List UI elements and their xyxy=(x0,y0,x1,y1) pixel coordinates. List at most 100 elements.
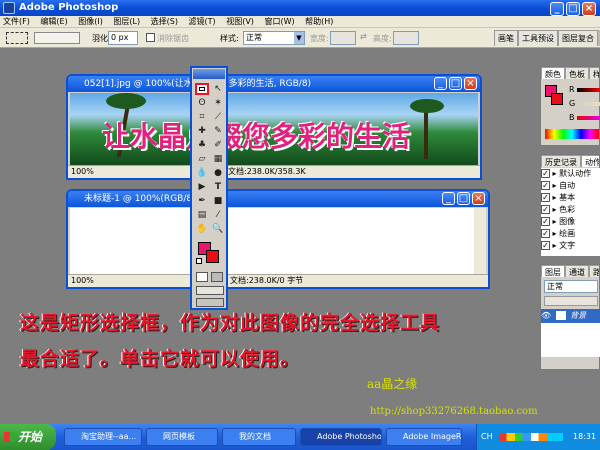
feather-input[interactable]: 0 px xyxy=(108,31,138,45)
jump-to-imageready-icon[interactable] xyxy=(196,298,224,307)
list-item[interactable]: ✓ ▸ 色彩 xyxy=(541,204,600,216)
menu-help[interactable]: 帮助(H) xyxy=(305,17,333,26)
tab-color[interactable]: 颜色 xyxy=(541,67,565,79)
antialias-checkbox[interactable] xyxy=(146,33,155,42)
maximize-button[interactable]: □ xyxy=(566,2,580,16)
background-color-swatch[interactable] xyxy=(206,250,219,263)
doc1-title-bar[interactable]: 052[1].jpg @ 100%(让水晶点缀您多彩的生活, RGB/8) xyxy=(68,76,480,92)
dodge-tool[interactable]: ● xyxy=(212,168,224,179)
taskbar-item-taobao[interactable]: 淘宝助理--aa... xyxy=(64,428,142,446)
eyedropper-tool[interactable]: ⁄ xyxy=(212,210,224,221)
hand-tool[interactable]: ✋ xyxy=(196,224,208,235)
minimize-button[interactable]: _ xyxy=(550,2,564,16)
move-tool[interactable]: ↖ xyxy=(212,84,224,95)
path-select-tool[interactable]: ▶ xyxy=(196,182,208,193)
menu-edit[interactable]: 编辑(E) xyxy=(40,17,67,26)
doc2-maximize-button[interactable]: □ xyxy=(457,192,470,205)
channel-b-slider[interactable] xyxy=(577,116,600,120)
doc1-minimize-button[interactable]: _ xyxy=(434,77,447,90)
doc1-close-button[interactable]: × xyxy=(464,77,477,90)
pen-tool[interactable]: ✒ xyxy=(196,196,208,207)
doc2-zoom[interactable]: 100% xyxy=(71,275,94,287)
channel-r-slider[interactable] xyxy=(577,88,600,92)
list-item[interactable]: ✓ ▸ 文字 xyxy=(541,240,600,252)
rect-marquee-tool[interactable] xyxy=(195,83,209,95)
menu-view[interactable]: 视图(V) xyxy=(226,17,254,26)
brush-tool[interactable]: ✎ xyxy=(212,126,224,137)
eraser-tool[interactable]: ▱ xyxy=(196,154,208,165)
tab-tool-presets[interactable]: 工具预设 xyxy=(518,30,558,46)
start-button[interactable]: 开始 xyxy=(0,424,56,450)
lock-icons[interactable] xyxy=(544,296,598,306)
checkmark-icon[interactable]: ✓ xyxy=(541,205,550,214)
doc2-canvas[interactable] xyxy=(70,208,474,274)
doc2-close-button[interactable]: × xyxy=(472,192,485,205)
tab-styles[interactable]: 样式 xyxy=(589,67,599,79)
marquee-preset-icon[interactable] xyxy=(6,32,28,44)
taskbar-item-documents[interactable]: 我的文档 xyxy=(222,428,296,446)
taskbar-item-imageready[interactable]: Adobe ImageR... xyxy=(386,428,462,446)
type-tool[interactable]: T xyxy=(212,182,224,193)
healing-tool[interactable]: ✚ xyxy=(196,126,208,137)
ime-indicator[interactable]: CH xyxy=(481,424,493,450)
notes-tool[interactable]: ▤ xyxy=(196,210,208,221)
tab-swatches[interactable]: 色板 xyxy=(565,67,589,79)
channel-g-slider[interactable] xyxy=(577,102,600,106)
crop-tool[interactable]: ⌗ xyxy=(196,112,208,123)
doc2-scrollbar[interactable] xyxy=(474,208,486,274)
checkmark-icon[interactable]: ✓ xyxy=(541,241,550,250)
doc1-zoom[interactable]: 100% xyxy=(71,166,94,178)
taskbar-item-templates[interactable]: 网页模板 xyxy=(146,428,218,446)
blend-mode-select[interactable]: 正常 xyxy=(544,280,598,293)
list-item[interactable]: ✓ ▸ 自动 xyxy=(541,180,600,192)
blur-tool[interactable]: 💧 xyxy=(196,168,208,179)
tab-layers[interactable]: 图层 xyxy=(541,265,565,277)
menu-layer[interactable]: 图层(L) xyxy=(113,17,140,26)
doc2-minimize-button[interactable]: _ xyxy=(442,192,455,205)
style-select[interactable]: 正常 ▼ xyxy=(243,31,305,45)
doc2-title-bar[interactable]: 未标题-1 @ 100%(RGB/8) xyxy=(68,191,488,207)
tab-brushes[interactable]: 画笔 xyxy=(494,30,518,46)
menu-filter[interactable]: 滤镜(T) xyxy=(189,17,216,26)
default-colors-icon[interactable] xyxy=(196,258,202,264)
clock[interactable]: 18:31 xyxy=(573,424,596,450)
taskbar-item-photoshop[interactable]: Adobe Photoshop xyxy=(300,428,382,446)
checkmark-icon[interactable]: ✓ xyxy=(541,181,550,190)
zoom-tool[interactable]: 🔍 xyxy=(212,224,224,235)
menu-file[interactable]: 文件(F) xyxy=(3,17,30,26)
selection-mode-icons[interactable] xyxy=(34,32,80,44)
tab-layer-comps[interactable]: 图层复合 xyxy=(558,30,598,46)
tray-icons[interactable] xyxy=(499,433,563,441)
list-item[interactable]: ✓ ▸ 图像 xyxy=(541,216,600,228)
close-button[interactable]: × xyxy=(582,2,596,16)
height-input[interactable] xyxy=(393,31,419,45)
width-input[interactable] xyxy=(330,31,356,45)
checkmark-icon[interactable]: ✓ xyxy=(541,193,550,202)
magic-wand-tool[interactable]: ✶ xyxy=(212,98,224,109)
history-brush-tool[interactable]: ✐ xyxy=(212,140,224,151)
menu-image[interactable]: 图像(I) xyxy=(78,17,103,26)
stamp-tool[interactable]: ♣ xyxy=(196,140,208,151)
menu-select[interactable]: 选择(S) xyxy=(151,17,178,26)
list-item[interactable]: ✓ ▸ 基本 xyxy=(541,192,600,204)
color-spectrum-bar[interactable] xyxy=(545,129,599,139)
list-item[interactable]: ✓ ▸ 默认动作 xyxy=(541,168,600,180)
tab-channels[interactable]: 通道 xyxy=(565,265,589,277)
eye-icon[interactable]: 👁 xyxy=(541,309,551,323)
document-window-2[interactable]: 未标题-1 @ 100%(RGB/8) _ □ × 100% 文档:238.0K… xyxy=(66,189,490,289)
tab-history[interactable]: 历史记录 xyxy=(541,155,581,167)
document-window-1[interactable]: 052[1].jpg @ 100%(让水晶点缀您多彩的生活, RGB/8) _ … xyxy=(66,74,482,180)
slice-tool[interactable]: ⟋ xyxy=(212,112,224,123)
checkmark-icon[interactable]: ✓ xyxy=(541,169,550,178)
checkmark-icon[interactable]: ✓ xyxy=(541,229,550,238)
layer-row-background[interactable]: 👁 背景 xyxy=(541,309,600,323)
shape-tool[interactable]: ■ xyxy=(212,196,224,207)
gradient-tool[interactable]: ▦ xyxy=(212,154,224,165)
menu-window[interactable]: 窗口(W) xyxy=(264,17,294,26)
list-item[interactable]: ✓ ▸ 绘画 xyxy=(541,228,600,240)
lasso-tool[interactable]: ʘ xyxy=(196,98,208,109)
tab-paths[interactable]: 路径 xyxy=(589,265,599,277)
bg-color-chip[interactable] xyxy=(551,93,563,105)
tab-actions[interactable]: 动作 xyxy=(581,155,599,167)
checkmark-icon[interactable]: ✓ xyxy=(541,217,550,226)
